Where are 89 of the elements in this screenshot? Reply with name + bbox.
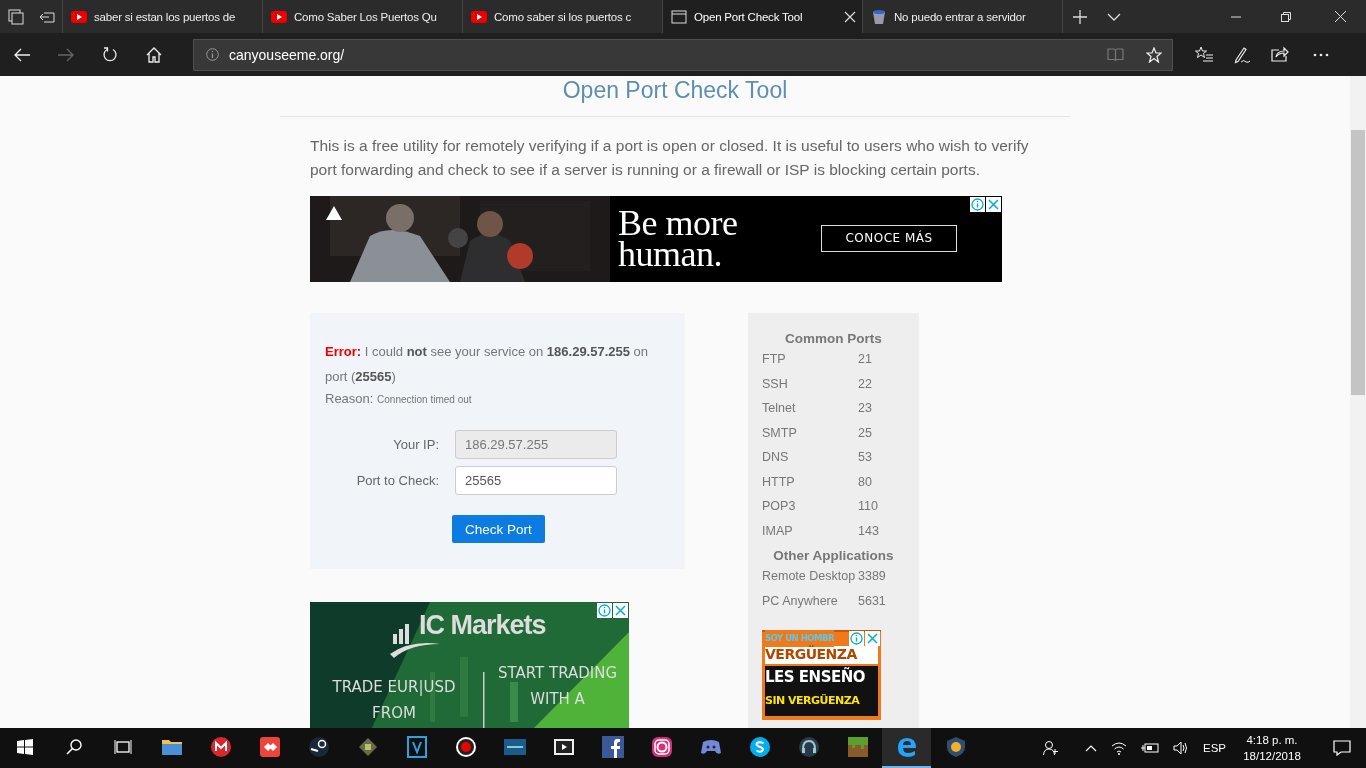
new-tab-icon[interactable] [1073, 9, 1087, 24]
close-icon[interactable] [844, 10, 856, 23]
info-icon[interactable] [206, 48, 219, 61]
search-icon[interactable] [65, 739, 82, 755]
browser-tab[interactable]: Open Port Check Tool [662, 0, 862, 33]
task-view-icon[interactable] [113, 739, 132, 755]
check-port-button[interactable]: Check Port [452, 515, 545, 543]
reading-view-icon[interactable] [1107, 47, 1124, 62]
notifications-icon[interactable] [1333, 740, 1351, 756]
ad-text: START TRADING WITH A [496, 663, 619, 710]
ad-cta-button[interactable]: CONOCE MÁS [821, 225, 957, 252]
ad-banner[interactable]: Be more human. CONOCE MÁS [310, 196, 1002, 282]
pen-icon[interactable] [1233, 45, 1251, 64]
skype-icon[interactable] [747, 735, 772, 759]
chevron-down-icon[interactable] [1107, 12, 1121, 21]
camera-icon[interactable] [649, 735, 674, 759]
restore-tabs-icon[interactable] [38, 9, 55, 24]
port-name: Telnet [762, 401, 797, 417]
grass-block-icon[interactable] [845, 735, 870, 759]
record-icon[interactable] [453, 735, 478, 759]
chevron-up-icon[interactable] [1085, 744, 1097, 752]
field-label: Your IP: [392, 437, 439, 452]
port-name: PC Anywhere [762, 593, 839, 610]
field-label: Port to Check: [355, 473, 439, 488]
port-number: 25 [858, 425, 873, 442]
port-name: SSH [762, 376, 789, 393]
facebook-icon[interactable] [600, 735, 625, 759]
forward-arrow-icon[interactable] [58, 47, 74, 62]
port-number: 3389 [858, 569, 887, 585]
port-number: 5631 [858, 593, 887, 610]
round-logo-icon[interactable] [208, 735, 233, 759]
port-name: POP3 [762, 499, 797, 515]
play-logo-icon [471, 8, 487, 25]
arrows-app-icon[interactable] [257, 735, 282, 759]
page-icon [671, 8, 687, 25]
ad-info-icon[interactable] [849, 631, 864, 646]
section-heading: Common Ports [784, 331, 883, 346]
ad-text: SOY UN HOMBR [765, 630, 834, 647]
frame-icon[interactable] [404, 735, 429, 759]
people-icon[interactable] [1043, 740, 1059, 756]
ad-info-icon[interactable] [970, 197, 985, 212]
port-number: 143 [858, 523, 880, 540]
port-number: 23 [858, 401, 873, 417]
start-icon[interactable] [16, 739, 33, 755]
tabs-aside-icon[interactable] [7, 8, 24, 25]
restore-icon[interactable] [1281, 11, 1291, 22]
port-name: FTP [762, 352, 787, 368]
port-number: 53 [858, 450, 873, 466]
favorites-list-icon[interactable] [1195, 45, 1213, 62]
clock[interactable]: 4:18 p. m. 18/12/2018 [1240, 732, 1304, 764]
input-field[interactable]: 25565 [455, 466, 617, 495]
back-arrow-icon[interactable] [14, 47, 30, 62]
port-number: 22 [858, 376, 873, 393]
ad-banner[interactable]: IC Markets TRADE EUR|USD FROM START TRADING WITH A [310, 602, 629, 728]
volume-icon[interactable] [1173, 741, 1189, 755]
bucket-icon [871, 8, 887, 25]
close-icon[interactable] [1335, 11, 1346, 22]
error-message: Error: I could not see your service on 186.29.57.255 on port (25565) [325, 343, 650, 386]
scrollbar-thumb[interactable] [1351, 130, 1365, 395]
more-icon[interactable] [1313, 52, 1329, 57]
battery-icon[interactable] [1141, 742, 1159, 754]
ad-text: TRADE EUR|USD FROM [331, 677, 457, 724]
port-name: DNS [762, 450, 790, 466]
ad-headline: Be more human. [618, 208, 738, 270]
language-indicator[interactable]: ESP [1203, 742, 1226, 754]
ad-info-icon[interactable] [597, 603, 612, 618]
play-logo-icon [71, 8, 87, 25]
address-bar[interactable]: canyouseeme.org/ [193, 38, 1173, 71]
page-title: Open Port Check Tool [280, 76, 1070, 117]
wifi-icon[interactable] [1111, 741, 1127, 755]
port-name: IMAP [762, 523, 794, 540]
ad-brand: IC Markets [419, 610, 546, 641]
port-number: 80 [858, 474, 873, 491]
share-icon[interactable] [1271, 45, 1289, 62]
port-name: SMTP [762, 425, 798, 442]
ad-banner[interactable]: SOY UN HOMBR VERGÜENZA LES ENSEÑO SIN VERGÜENZA [762, 630, 881, 720]
home-icon[interactable] [146, 46, 162, 63]
play-logo-icon [271, 8, 287, 25]
ad-text: VERGÜENZA [765, 646, 857, 663]
port-number: 110 [858, 499, 879, 515]
intro-paragraph: This is a free utility for remotely verifying if a port is open or closed. It is useful to users who wish to verify port forwarding and check to see if a server is running or a firewall or ISP is blocking certain ports. [310, 136, 1030, 180]
port-name: HTTP [762, 474, 796, 491]
reason-text: Reason: Connection timed out [325, 390, 473, 408]
port-number: 21 [858, 352, 873, 368]
port-name: Remote Desktop [762, 569, 857, 585]
refresh-icon[interactable] [102, 46, 118, 63]
headset-icon[interactable] [796, 735, 821, 759]
section-heading: Other Applications [772, 548, 895, 563]
star-icon[interactable] [1146, 46, 1162, 63]
